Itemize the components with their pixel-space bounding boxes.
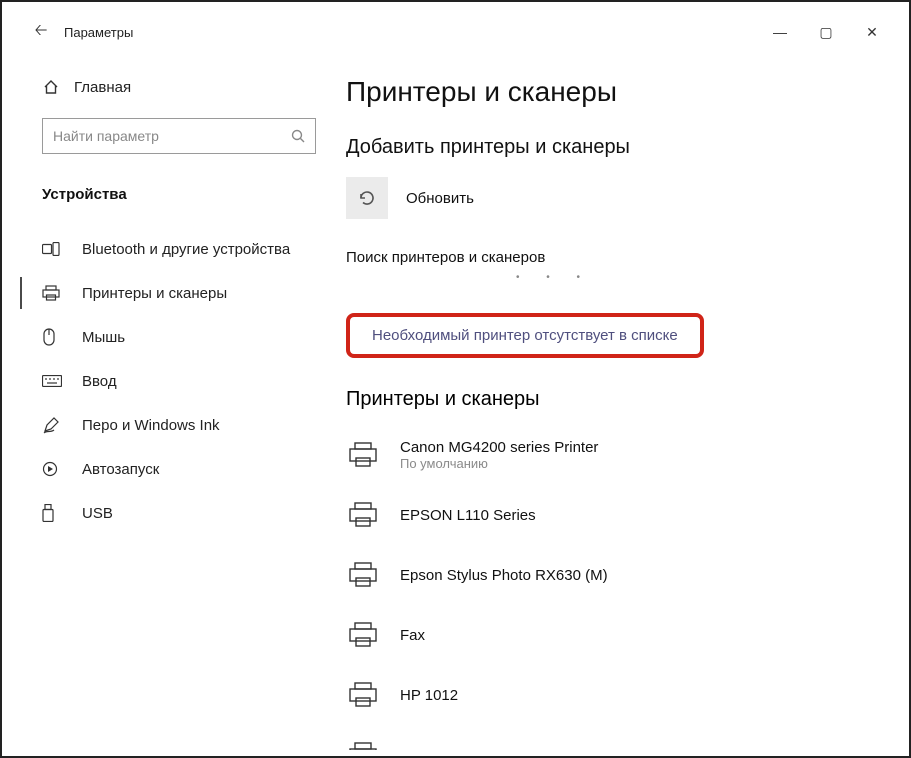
window-controls: — ▢ ✕ (757, 12, 895, 52)
search-icon (291, 129, 305, 143)
printer-item[interactable]: Fax (346, 605, 871, 665)
progress-dots: • • • (346, 272, 871, 283)
content: Главная Найти параметр Устройства Blueto… (20, 52, 895, 750)
mouse-icon (42, 328, 62, 346)
sidebar-item-mouse[interactable]: Мышь (20, 315, 338, 359)
maximize-icon: ▢ (819, 24, 832, 41)
sidebar-item-label: Ввод (82, 373, 117, 390)
printer-item[interactable]: EPSON L110 Series (346, 485, 871, 545)
refresh-icon (357, 188, 377, 208)
window-title: Параметры (62, 25, 133, 40)
page-title: Принтеры и сканеры (346, 76, 871, 108)
printer-icon (42, 285, 62, 301)
printer-name: HP 1012 (400, 687, 458, 704)
minimize-button[interactable]: — (757, 12, 803, 52)
home-link[interactable]: Главная (20, 70, 338, 104)
minimize-icon: — (773, 24, 787, 40)
devices-icon (42, 242, 62, 256)
printer-icon (346, 618, 380, 652)
printer-text: Fax (400, 627, 425, 644)
sidebar-nav: Bluetooth и другие устройства Принтеры и… (20, 227, 338, 535)
pen-icon (42, 416, 62, 434)
sidebar: Главная Найти параметр Устройства Blueto… (20, 52, 338, 750)
searching-status: Поиск принтеров и сканеров (346, 249, 871, 266)
sidebar-item-label: Перо и Windows Ink (82, 417, 220, 434)
sidebar-item-label: Автозапуск (82, 461, 159, 478)
printer-not-listed-label: Необходимый принтер отсутствует в списке (372, 327, 678, 344)
add-section-heading: Добавить принтеры и сканеры (346, 136, 871, 159)
printer-sub: По умолчанию (400, 456, 598, 471)
usb-icon (42, 504, 62, 522)
printer-item[interactable]: Epson Stylus Photo RX630 (M) (346, 545, 871, 605)
autoplay-icon (42, 461, 62, 477)
printer-text: Kyocera FS-1028MFP KX (400, 747, 572, 751)
arrow-left-icon: 🡠 (35, 19, 48, 46)
printer-icon (346, 678, 380, 712)
sidebar-section-label: Устройства (42, 186, 316, 203)
printer-icon (346, 438, 380, 472)
printer-not-listed-link[interactable]: Необходимый принтер отсутствует в списке (346, 313, 704, 358)
sidebar-item-pen[interactable]: Перо и Windows Ink (20, 403, 338, 447)
printer-name: Fax (400, 627, 425, 644)
sidebar-item-usb[interactable]: USB (20, 491, 338, 535)
sidebar-item-label: Bluetooth и другие устройства (82, 241, 290, 258)
printer-name: Kyocera FS-1028MFP KX (400, 747, 572, 751)
printer-item[interactable]: HP 1012 (346, 665, 871, 725)
sidebar-item-autoplay[interactable]: Автозапуск (20, 447, 338, 491)
close-icon: ✕ (866, 24, 878, 41)
sidebar-item-label: USB (82, 505, 113, 522)
window-frame: 🡠 Параметры — ▢ ✕ Главная Найти параметр (0, 0, 911, 758)
printer-icon (346, 498, 380, 532)
printer-item[interactable]: Canon MG4200 series Printer По умолчанию (346, 425, 871, 485)
search-input[interactable]: Найти параметр (42, 118, 316, 154)
printers-list: Canon MG4200 series Printer По умолчанию… (346, 425, 871, 750)
main-panel: Принтеры и сканеры Добавить принтеры и с… (338, 52, 895, 750)
titlebar: 🡠 Параметры — ▢ ✕ (20, 12, 895, 52)
window-inner: 🡠 Параметры — ▢ ✕ Главная Найти параметр (20, 12, 895, 750)
printer-name: EPSON L110 Series (400, 507, 536, 524)
keyboard-icon (42, 375, 62, 387)
refresh-row: Обновить (346, 177, 871, 219)
back-button[interactable]: 🡠 (20, 12, 62, 52)
refresh-button[interactable] (346, 177, 388, 219)
printers-list-heading: Принтеры и сканеры (346, 388, 871, 411)
printer-icon (346, 738, 380, 750)
search-placeholder: Найти параметр (53, 128, 159, 144)
home-icon (42, 78, 60, 96)
maximize-button[interactable]: ▢ (803, 12, 849, 52)
sidebar-item-typing[interactable]: Ввод (20, 359, 338, 403)
printer-text: EPSON L110 Series (400, 507, 536, 524)
sidebar-item-label: Принтеры и сканеры (82, 285, 227, 302)
sidebar-item-label: Мышь (82, 329, 125, 346)
printer-item[interactable]: Kyocera FS-1028MFP KX (346, 725, 871, 750)
printer-text: Epson Stylus Photo RX630 (M) (400, 567, 608, 584)
close-button[interactable]: ✕ (849, 12, 895, 52)
printer-icon (346, 558, 380, 592)
sidebar-item-printers[interactable]: Принтеры и сканеры (20, 271, 338, 315)
refresh-label: Обновить (406, 190, 474, 207)
printer-name: Epson Stylus Photo RX630 (M) (400, 567, 608, 584)
printer-text: Canon MG4200 series Printer По умолчанию (400, 439, 598, 471)
home-label: Главная (74, 79, 131, 96)
printer-name: Canon MG4200 series Printer (400, 439, 598, 456)
printer-text: HP 1012 (400, 687, 458, 704)
sidebar-item-bluetooth[interactable]: Bluetooth и другие устройства (20, 227, 338, 271)
